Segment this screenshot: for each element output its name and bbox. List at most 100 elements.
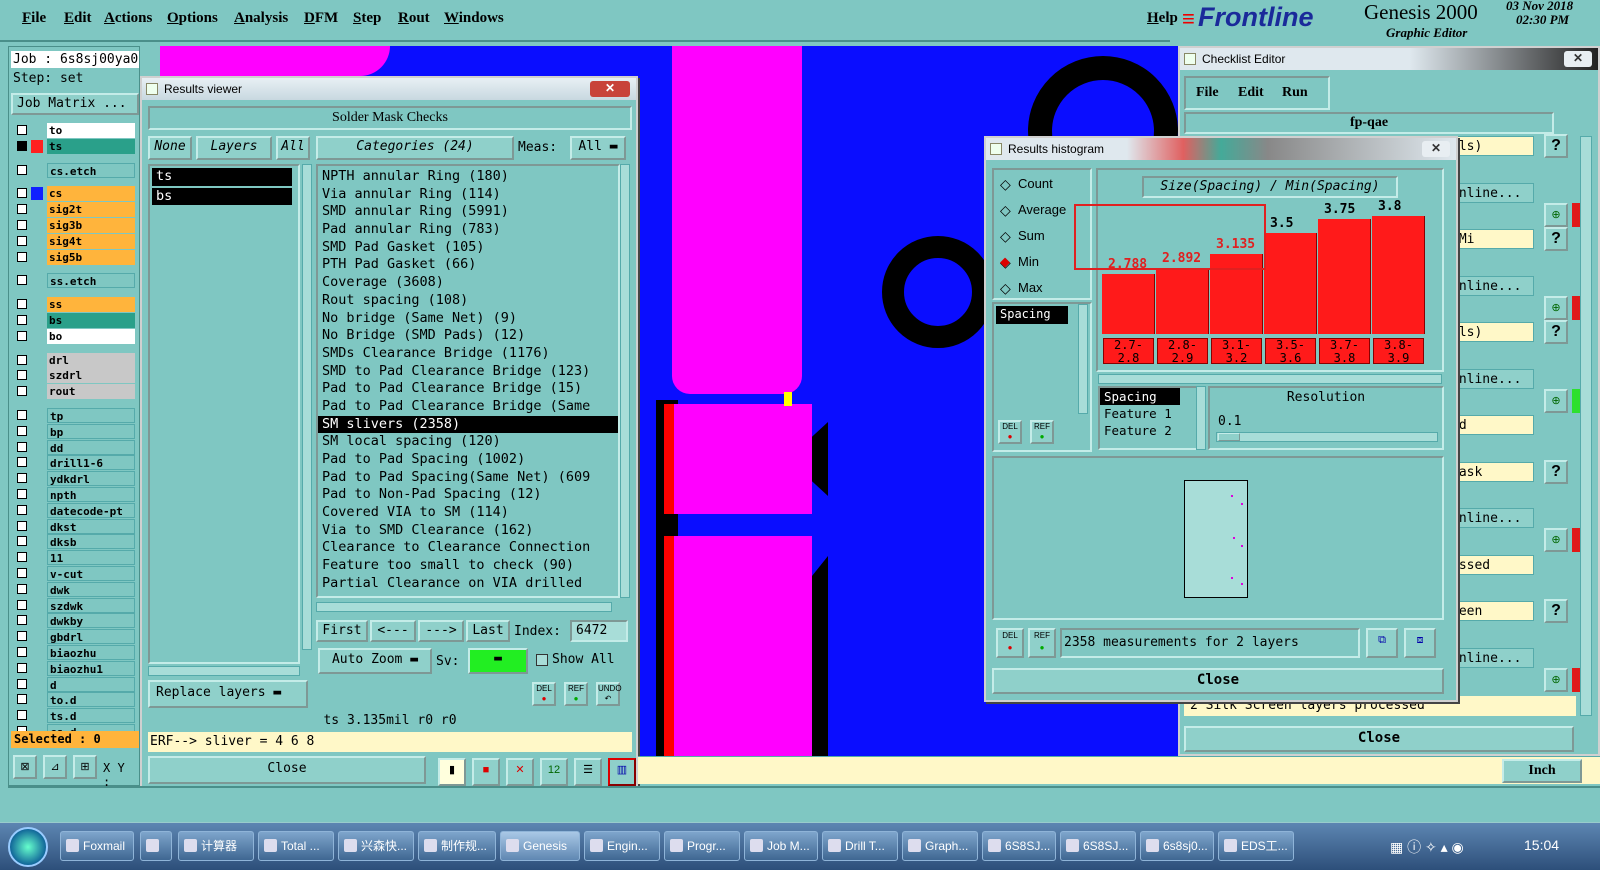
results-close-button[interactable]: Close [148,756,426,784]
layer-checkbox[interactable] [17,370,27,381]
tray-icons[interactable]: ▦ ⓘ ✧ ▴ ◉ [1390,837,1464,857]
layer-checkbox[interactable] [17,330,27,341]
category-item[interactable]: Coverage (3608) [318,274,618,292]
layer-checkbox[interactable] [17,504,27,515]
checklist-help-icon[interactable]: ? [1544,459,1568,484]
category-item[interactable]: Pad to Pad Spacing (1002) [318,451,618,469]
layer-row-drl[interactable]: drl [15,352,137,368]
layer-checkbox[interactable] [17,275,27,286]
layer-row-ydkdrl[interactable]: ydkdrl [15,471,137,487]
histogram-hscroll[interactable] [1098,374,1442,384]
checklist-row[interactable]: Online... [1448,508,1534,528]
checklist-row[interactable]: Online... [1448,275,1534,296]
category-item[interactable]: SMDs Clearance Bridge (1176) [318,345,618,363]
menu-actions[interactable]: Actions [104,10,152,27]
checklist-row[interactable]: mask [1448,461,1534,482]
layer-checkbox[interactable] [17,489,27,499]
checklist-menu-edit[interactable]: Edit [1238,85,1264,101]
histogram-bar[interactable] [1102,274,1155,334]
measure-list[interactable]: Spacing Feature 1 Feature 2 [1098,386,1198,450]
layer-row-bs[interactable]: bs [15,313,137,328]
record-icon[interactable]: ■ [472,758,500,786]
layer-row-dkst[interactable]: dkst [15,518,137,534]
checklist-help-icon[interactable]: ? [1544,320,1568,344]
layer-row-ss.etch[interactable]: ss.etch [15,273,137,289]
layer-checkbox[interactable] [17,425,27,436]
checklist-scrollbar[interactable] [1580,136,1592,716]
taskbar-item[interactable]: 制作规... [418,831,496,861]
category-item[interactable]: PTH Pad Gasket (66) [318,256,618,274]
layer-row-sig5b[interactable]: sig5b [15,249,137,265]
layer-row-biaozhu1[interactable]: biaozhu1 [15,660,137,676]
histogram-bar[interactable] [1372,216,1425,334]
category-item[interactable]: Feature too small to check (90) [318,557,618,575]
layer-result-list[interactable]: ts bs [148,164,300,664]
checklist-row[interactable]: ils) [1448,136,1534,156]
checklist-row[interactable]: ils) [1448,322,1534,342]
chart-zoom-icon[interactable]: ⧈ [1404,628,1436,658]
layer-checkbox[interactable] [17,188,27,199]
taskbar-item[interactable]: 兴森快... [338,831,414,861]
prev-button[interactable]: <--- [370,620,416,642]
category-item[interactable]: SMD annular Ring (5991) [318,203,618,221]
layer-checkbox[interactable] [17,647,27,657]
layer-checkbox[interactable] [17,204,27,215]
taskbar-item[interactable]: EDS工... [1218,831,1294,861]
field-list-scrollbar[interactable] [1078,304,1088,414]
layer-checkbox[interactable] [17,251,27,262]
layer-checkbox[interactable] [17,354,27,365]
index-input[interactable]: 6472 [570,620,628,642]
preview-ref-button[interactable]: REF ● [1028,628,1056,658]
category-item[interactable]: Pad to Pad Spacing(Same Net) (609 [318,469,618,487]
layer-row-tp[interactable]: tp [15,408,137,423]
layer-row-ts.d[interactable]: ts.d [15,708,137,724]
category-item[interactable]: SM slivers (2358) [318,415,618,434]
layer-row-gbdrl[interactable]: gbdrl [15,629,137,645]
category-item[interactable]: Rout spacing (108) [318,292,618,310]
category-item[interactable]: SMD Pad Gasket (105) [318,239,618,257]
layer-checkbox[interactable] [17,315,27,325]
layer-checkbox[interactable] [17,615,27,626]
category-item[interactable]: No bridge (Same Net) (9) [318,310,618,328]
categories-scrollbar[interactable] [620,164,630,598]
taskbar-item[interactable]: 计算器 [178,831,254,861]
category-item[interactable]: NPTH annular Ring (180) [318,168,618,186]
units-inch-button[interactable]: Inch [1502,759,1582,783]
layer-checkbox[interactable] [17,386,27,397]
replace-layers-dropdown[interactable]: Replace layers ▬ [148,680,308,708]
taskbar-item[interactable]: Graph... [902,831,978,861]
measure-scrollbar[interactable] [1196,386,1206,450]
resolution-slider-thumb[interactable] [1218,433,1240,441]
layer-row-bo[interactable]: bo [15,328,137,344]
layer-row-11[interactable]: 11 [15,550,137,566]
category-item[interactable]: Via to SMD Clearance (162) [318,522,618,540]
checklist-row[interactable]: reen [1448,601,1534,621]
layer-checkbox[interactable] [17,662,27,673]
layer-row-cs.etch[interactable]: cs.etch [15,162,137,178]
layers-button[interactable]: Layers [196,136,272,160]
histogram-bar[interactable] [1318,219,1371,334]
layer-checkbox[interactable] [17,457,27,468]
layer-row-sig4t[interactable]: sig4t [15,233,137,249]
measure-spacing[interactable]: Spacing [1100,388,1180,405]
taskbar-item[interactable]: Genesis [500,831,580,861]
option-max[interactable]: Max [996,278,1096,298]
histogram-bar[interactable] [1264,233,1317,334]
taskbar-item[interactable]: 6s8sj0... [1140,831,1214,861]
taskbar-item[interactable]: Foxmail [60,831,134,861]
layer-row-dksb[interactable]: dksb [15,534,137,550]
histogram-bar[interactable] [1156,268,1209,334]
start-button-icon[interactable] [8,827,48,867]
exclude-icon[interactable]: ✕ [506,758,534,786]
layer-row-sig2t[interactable]: sig2t [15,202,137,218]
close-window-button[interactable]: ✕ [590,81,630,97]
layer-row-datecode-pt[interactable]: datecode-pt [15,502,137,518]
taskbar-item[interactable]: Engin... [584,831,660,861]
next-button[interactable]: ---> [418,620,464,642]
layer-checkbox[interactable] [17,164,27,175]
layer-checkbox[interactable] [17,140,27,151]
layer-checkbox[interactable] [17,694,27,705]
layer-checkbox[interactable] [17,599,27,610]
category-item[interactable]: Pad to Non-Pad Spacing (12) [318,486,618,504]
del-button[interactable]: DEL ● [532,682,556,706]
